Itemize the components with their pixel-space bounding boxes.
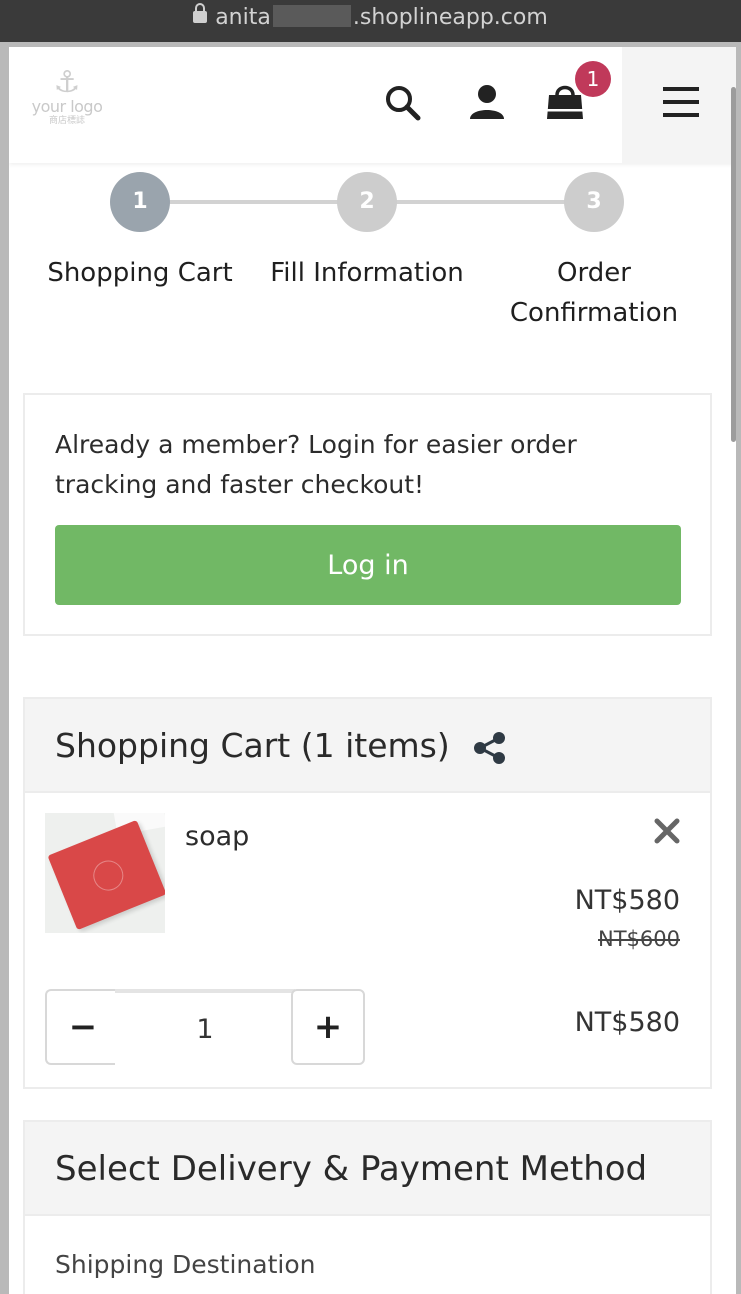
page-scrollbar[interactable] <box>731 87 736 442</box>
url-prefix: anita <box>215 5 271 30</box>
remove-item-icon[interactable] <box>653 817 681 845</box>
step-connector <box>169 200 341 204</box>
original-price: NT$600 <box>598 927 680 951</box>
delivery-section: Shipping Destination <box>23 1216 712 1294</box>
member-message: Already a member? Login for easier order… <box>55 430 577 499</box>
store-logo[interactable]: ⚓ your logo 商店標誌 <box>27 67 107 137</box>
step-2-circle: 2 <box>337 172 397 232</box>
checkout-page: ⚓ your logo 商店標誌 1 1 2 3 Shopping Cart F… <box>9 47 736 1294</box>
delivery-title: Select Delivery & Payment Method <box>55 1149 648 1189</box>
cart-title: Shopping Cart (1 items) <box>55 726 450 765</box>
unit-price: NT$580 <box>574 885 680 916</box>
step-connector <box>396 200 568 204</box>
cart-count-badge: 1 <box>575 61 611 97</box>
hamburger-menu-icon <box>663 87 699 117</box>
logo-text: your logo <box>31 97 103 116</box>
cart-header: Shopping Cart (1 items) <box>23 697 712 793</box>
step-2-label: Fill Information <box>270 258 464 288</box>
anchor-icon: ⚓ <box>53 65 81 100</box>
step-1-label: Shopping Cart <box>47 258 233 288</box>
product-name[interactable]: soap <box>185 821 249 852</box>
product-image[interactable] <box>45 813 165 933</box>
login-button[interactable]: Log in <box>55 525 681 605</box>
decrease-quantity-button[interactable]: − <box>45 989 119 1065</box>
step-1-circle: 1 <box>110 172 170 232</box>
step-3-label: Order Confirmation <box>509 258 679 328</box>
quantity-stepper: − + <box>45 989 365 1065</box>
step-3-circle: 3 <box>564 172 624 232</box>
share-icon[interactable] <box>473 731 507 765</box>
lock-icon <box>193 3 208 23</box>
redacted-block <box>272 5 351 27</box>
site-header: ⚓ your logo 商店標誌 1 <box>9 47 736 163</box>
quantity-input[interactable] <box>115 989 295 1065</box>
url-suffix: .shoplineapp.com <box>352 5 548 30</box>
shipping-destination-label: Shipping Destination <box>55 1250 316 1279</box>
menu-button[interactable] <box>622 47 736 163</box>
cart-item: soap NT$580 NT$600 − + NT$580 <box>23 793 712 1089</box>
logo-subtext: 商店標誌 <box>48 116 85 126</box>
delivery-header: Select Delivery & Payment Method <box>23 1120 712 1216</box>
search-icon[interactable] <box>381 81 425 125</box>
user-icon[interactable] <box>465 81 509 125</box>
increase-quantity-button[interactable]: + <box>291 989 365 1065</box>
member-login-panel: Already a member? Login for easier order… <box>23 393 712 636</box>
browser-url-bar[interactable]: anita .shoplineapp.com <box>0 0 741 42</box>
line-total: NT$580 <box>574 1007 680 1038</box>
